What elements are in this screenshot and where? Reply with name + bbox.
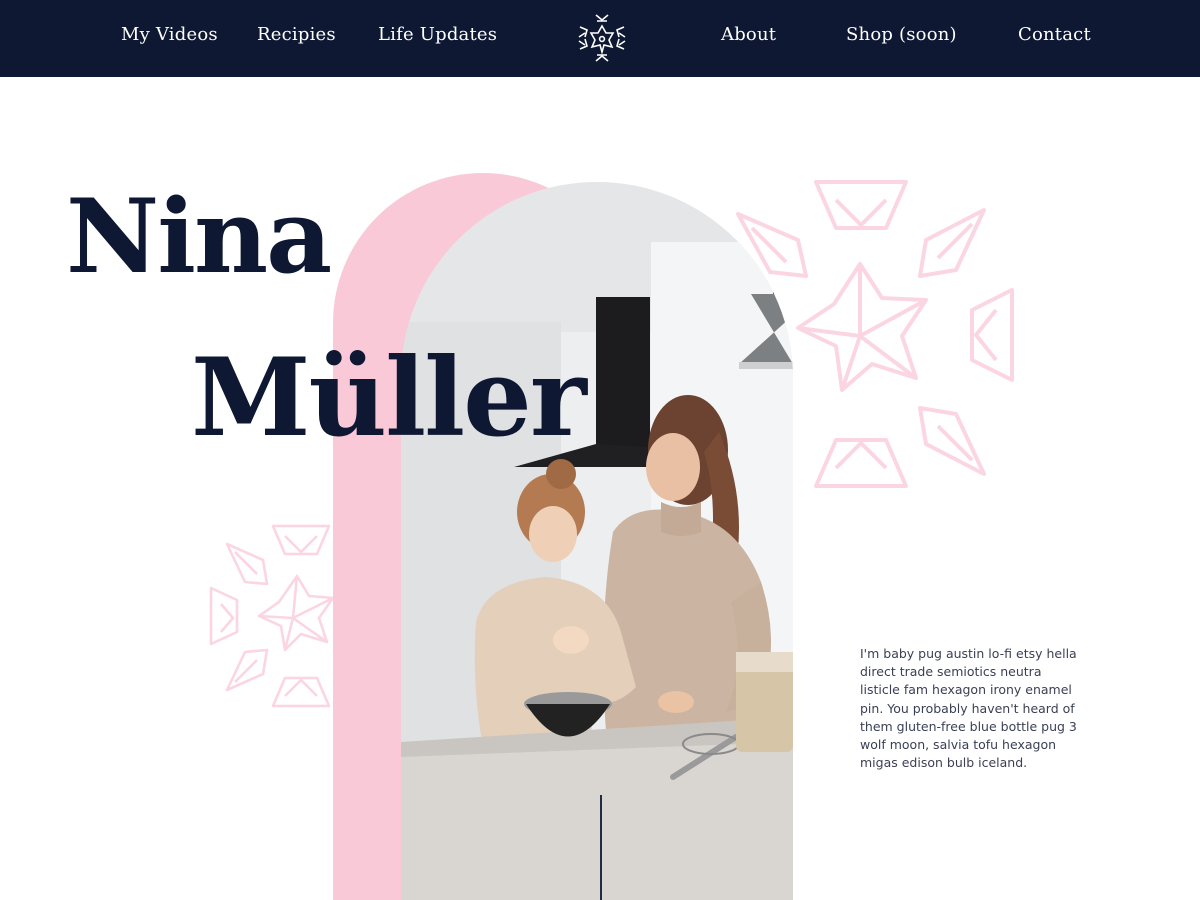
hero-bio-text: I'm baby pug austin lo-fi etsy hella dir… — [860, 646, 1077, 771]
nav-my-videos[interactable]: My Videos — [121, 24, 218, 45]
nav-about[interactable]: About — [721, 24, 776, 45]
hero-first-name: Nina — [66, 177, 332, 297]
hero-last-name: Müller — [191, 335, 587, 461]
nav-shop[interactable]: Shop (soon) — [846, 24, 957, 45]
nav-life-updates[interactable]: Life Updates — [378, 24, 497, 45]
mother-daughter-baking-photo — [401, 182, 793, 900]
nav-recipies[interactable]: Recipies — [257, 24, 336, 45]
vertical-divider-line — [600, 795, 602, 900]
hero-photo — [401, 182, 793, 900]
nav-contact[interactable]: Contact — [1018, 24, 1091, 45]
flower-logo-icon[interactable] — [575, 11, 629, 65]
top-navigation: My Videos Recipies Life Updates About Sh… — [0, 0, 1200, 77]
